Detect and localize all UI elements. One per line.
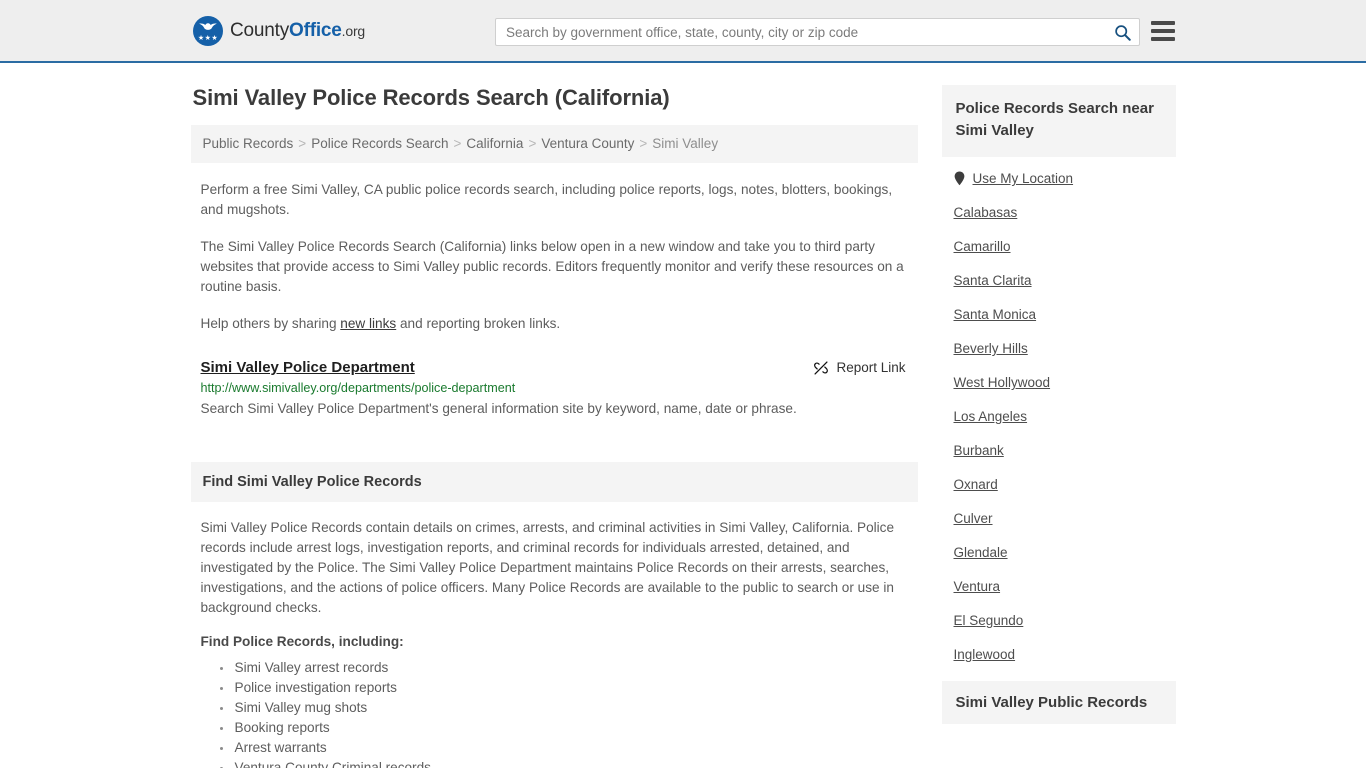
sidebar-item-use-my-location[interactable]: Use My Location bbox=[954, 171, 1176, 186]
list-item: Arrest warrants bbox=[233, 738, 918, 758]
result-url-link[interactable]: http://www.simivalley.org/departments/po… bbox=[201, 381, 908, 395]
breadcrumb-separator: > bbox=[453, 136, 462, 151]
sidebar-item-beverly-hills[interactable]: Beverly Hills bbox=[954, 341, 1176, 356]
city-link[interactable]: Inglewood bbox=[954, 647, 1016, 662]
result-title-link[interactable]: Simi Valley Police Department bbox=[201, 359, 415, 376]
intro-paragraph-1: Perform a free Simi Valley, CA public po… bbox=[200, 182, 893, 217]
records-list: Simi Valley arrest records Police invest… bbox=[191, 658, 918, 768]
list-item: Police investigation reports bbox=[233, 678, 918, 698]
sidebar-item-ventura[interactable]: Ventura bbox=[954, 579, 1176, 594]
breadcrumb-item-police-records-search[interactable]: Police Records Search bbox=[311, 136, 448, 151]
list-item: Ventura County Criminal records bbox=[233, 758, 918, 768]
search-input[interactable] bbox=[496, 24, 1105, 40]
page-title: Simi Valley Police Records Search (Calif… bbox=[192, 85, 670, 110]
list-item: Booking reports bbox=[233, 718, 918, 738]
sidebar-item-santa-clarita[interactable]: Santa Clarita bbox=[954, 273, 1176, 288]
logo-wordmark: CountyOffice.org bbox=[230, 20, 365, 42]
sidebar-item-inglewood[interactable]: Inglewood bbox=[954, 647, 1176, 662]
result-item: Simi Valley Police Department Report Lin… bbox=[201, 359, 908, 419]
city-link[interactable]: Culver bbox=[954, 511, 993, 526]
broken-link-icon bbox=[814, 360, 829, 375]
search-icon bbox=[1114, 24, 1131, 41]
city-link[interactable]: Beverly Hills bbox=[954, 341, 1028, 356]
section-heading-find-records: Find Simi Valley Police Records bbox=[190, 462, 918, 502]
report-link-button[interactable]: Report Link bbox=[813, 360, 907, 376]
result-header-row: Simi Valley Police Department Report Lin… bbox=[201, 359, 908, 376]
breadcrumb-item-ventura-county[interactable]: Ventura County bbox=[541, 136, 634, 151]
new-links-link[interactable]: new links bbox=[340, 316, 396, 331]
section-paragraph: Simi Valley Police Records contain detai… bbox=[200, 520, 895, 615]
map-pin-icon bbox=[954, 171, 964, 186]
city-link[interactable]: Camarillo bbox=[954, 239, 1011, 254]
list-item: Simi Valley mug shots bbox=[233, 698, 918, 718]
sidebar: Police Records Search near Simi Valley U… bbox=[941, 85, 1176, 724]
logo-text-county: County bbox=[230, 19, 290, 41]
breadcrumb-item-public-records[interactable]: Public Records bbox=[203, 136, 294, 151]
hamburger-menu-icon[interactable] bbox=[1151, 20, 1175, 42]
city-link[interactable]: Glendale bbox=[954, 545, 1008, 560]
three-stars-glyph: ★★★ bbox=[197, 34, 219, 42]
sidebar-item-los-angeles[interactable]: Los Angeles bbox=[954, 409, 1176, 424]
logo-text-office: Office bbox=[289, 19, 342, 41]
use-my-location-link[interactable]: Use My Location bbox=[973, 171, 1074, 186]
sidebar-item-west-hollywood[interactable]: West Hollywood bbox=[954, 375, 1176, 390]
city-link[interactable]: West Hollywood bbox=[954, 375, 1051, 390]
sidebar-heading-public-records: Simi Valley Public Records bbox=[941, 681, 1176, 724]
main-column: Simi Valley Police Records Search (Calif… bbox=[190, 85, 918, 768]
city-link[interactable]: Oxnard bbox=[954, 477, 998, 492]
sidebar-links: Use My Location Calabasas Camarillo Sant… bbox=[942, 157, 1176, 662]
eagle-glyph bbox=[199, 22, 217, 30]
sidebar-item-oxnard[interactable]: Oxnard bbox=[954, 477, 1176, 492]
sidebar-item-camarillo[interactable]: Camarillo bbox=[954, 239, 1176, 254]
list-item: Simi Valley arrest records bbox=[233, 658, 918, 678]
intro-paragraph-2: The Simi Valley Police Records Search (C… bbox=[200, 239, 904, 294]
sidebar-item-burbank[interactable]: Burbank bbox=[954, 443, 1176, 458]
help-paragraph: Help others by sharing new links and rep… bbox=[201, 314, 906, 334]
help-prefix: Help others by sharing bbox=[200, 316, 341, 331]
city-link[interactable]: Burbank bbox=[954, 443, 1004, 458]
breadcrumb-separator: > bbox=[298, 136, 307, 151]
city-link[interactable]: El Segundo bbox=[954, 613, 1024, 628]
site-header: ★★★ CountyOffice.org bbox=[0, 0, 1366, 63]
eagle-seal-logo-icon: ★★★ bbox=[193, 15, 223, 46]
breadcrumb-separator: > bbox=[639, 136, 648, 151]
breadcrumb-separator: > bbox=[528, 136, 537, 151]
search-button[interactable] bbox=[1105, 19, 1139, 45]
page-body: Simi Valley Police Records Search (Calif… bbox=[0, 63, 1366, 768]
help-suffix: and reporting broken links. bbox=[396, 316, 561, 331]
city-link[interactable]: Calabasas bbox=[954, 205, 1018, 220]
sidebar-heading: Police Records Search near Simi Valley bbox=[941, 85, 1176, 157]
sidebar-item-glendale[interactable]: Glendale bbox=[954, 545, 1176, 560]
sidebar-item-el-segundo[interactable]: El Segundo bbox=[954, 613, 1176, 628]
sidebar-item-calabasas[interactable]: Calabasas bbox=[954, 205, 1176, 220]
city-link[interactable]: Ventura bbox=[954, 579, 1001, 594]
content-container: Simi Valley Police Records Search (Calif… bbox=[190, 85, 1176, 768]
city-link[interactable]: Santa Monica bbox=[954, 307, 1037, 322]
city-link[interactable]: Santa Clarita bbox=[954, 273, 1032, 288]
breadcrumb: Public Records > Police Records Search > Cal… bbox=[190, 125, 918, 163]
breadcrumb-item-simi-valley: Simi Valley bbox=[652, 136, 719, 151]
search-bar[interactable] bbox=[495, 18, 1140, 46]
site-logo[interactable]: ★★★ CountyOffice.org bbox=[193, 15, 365, 46]
sidebar-item-culver[interactable]: Culver bbox=[954, 511, 1176, 526]
hamburger-bar-1 bbox=[1151, 21, 1175, 25]
section-sub-heading: Find Police Records, including: bbox=[200, 634, 404, 649]
sidebar-item-santa-monica[interactable]: Santa Monica bbox=[954, 307, 1176, 322]
logo-text-tld: .org bbox=[341, 22, 366, 39]
report-link-label: Report Link bbox=[836, 360, 906, 375]
hamburger-bar-3 bbox=[1151, 37, 1175, 41]
city-link[interactable]: Los Angeles bbox=[954, 409, 1028, 424]
result-description: Search Simi Valley Police Department's g… bbox=[200, 401, 797, 416]
breadcrumb-item-california[interactable]: California bbox=[466, 136, 523, 151]
hamburger-bar-2 bbox=[1151, 29, 1175, 33]
